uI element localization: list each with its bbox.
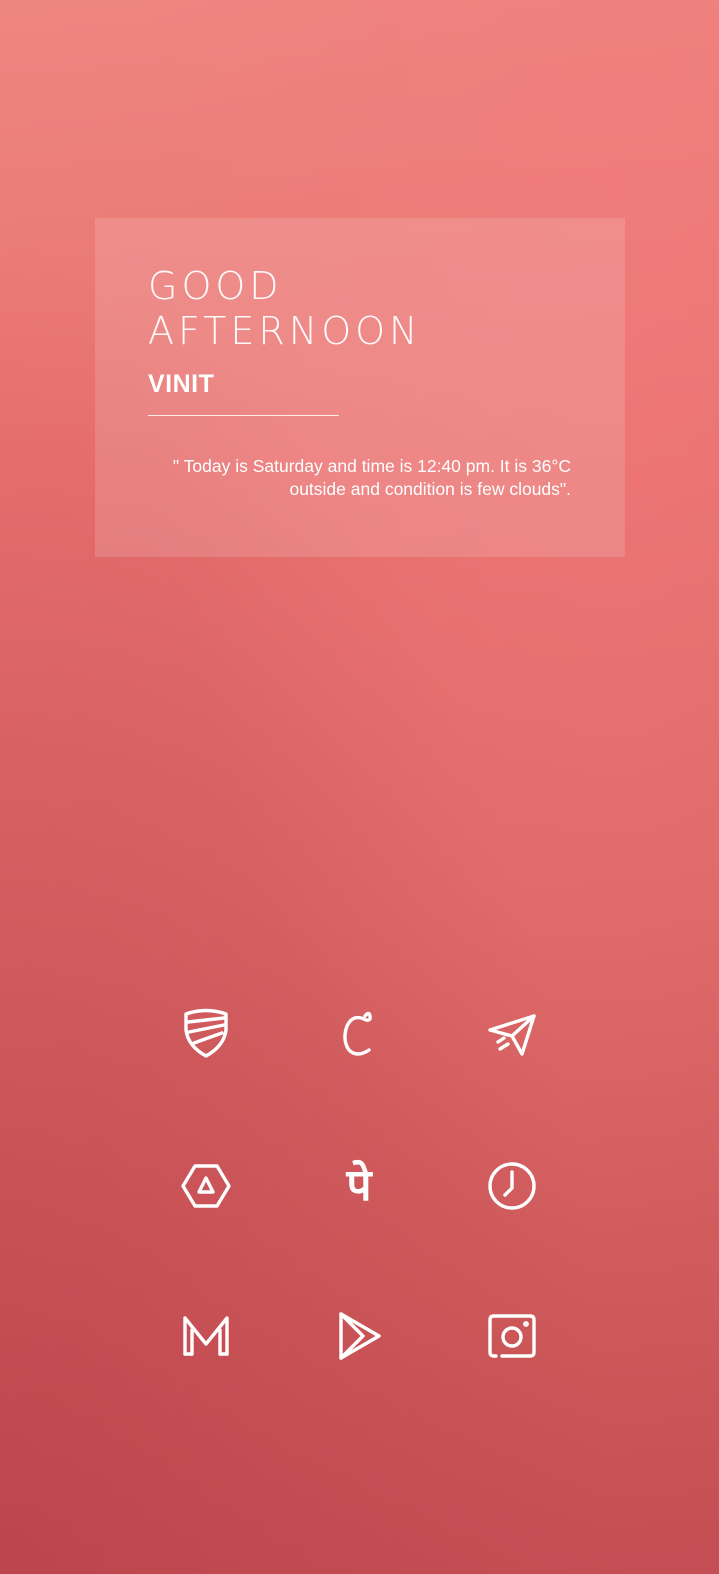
send-app[interactable] xyxy=(480,1002,544,1066)
instagram-app[interactable] xyxy=(480,1304,544,1368)
clock-icon xyxy=(488,1162,536,1210)
shield-app[interactable] xyxy=(174,1002,238,1066)
letter-c-icon xyxy=(343,1011,372,1056)
phonepe-app[interactable]: पे xyxy=(327,1154,391,1218)
shield-stripes-icon xyxy=(184,1008,228,1058)
drive-app[interactable] xyxy=(174,1154,238,1218)
status-message: " Today is Saturday and time is 12:40 pm… xyxy=(172,456,571,499)
c-app[interactable] xyxy=(327,1002,391,1066)
camera-icon xyxy=(488,1314,536,1358)
paper-plane-icon xyxy=(488,1014,536,1056)
gmail-app[interactable] xyxy=(174,1304,238,1368)
hexagon-triangle-icon xyxy=(181,1164,231,1208)
letter-m-icon xyxy=(183,1316,229,1356)
play-store-app[interactable] xyxy=(327,1304,391,1368)
greeting-line-2: AFTERNOON xyxy=(148,309,422,353)
divider xyxy=(148,415,339,416)
devanagari-pe-icon: पे xyxy=(346,1160,372,1211)
greeting-card: GOOD AFTERNOON VINIT " Today is Saturday… xyxy=(95,218,625,557)
play-triangle-icon xyxy=(339,1312,381,1360)
user-name: VINIT xyxy=(148,370,215,398)
clock-app[interactable] xyxy=(480,1154,544,1218)
greeting-line-1: GOOD xyxy=(148,264,283,308)
